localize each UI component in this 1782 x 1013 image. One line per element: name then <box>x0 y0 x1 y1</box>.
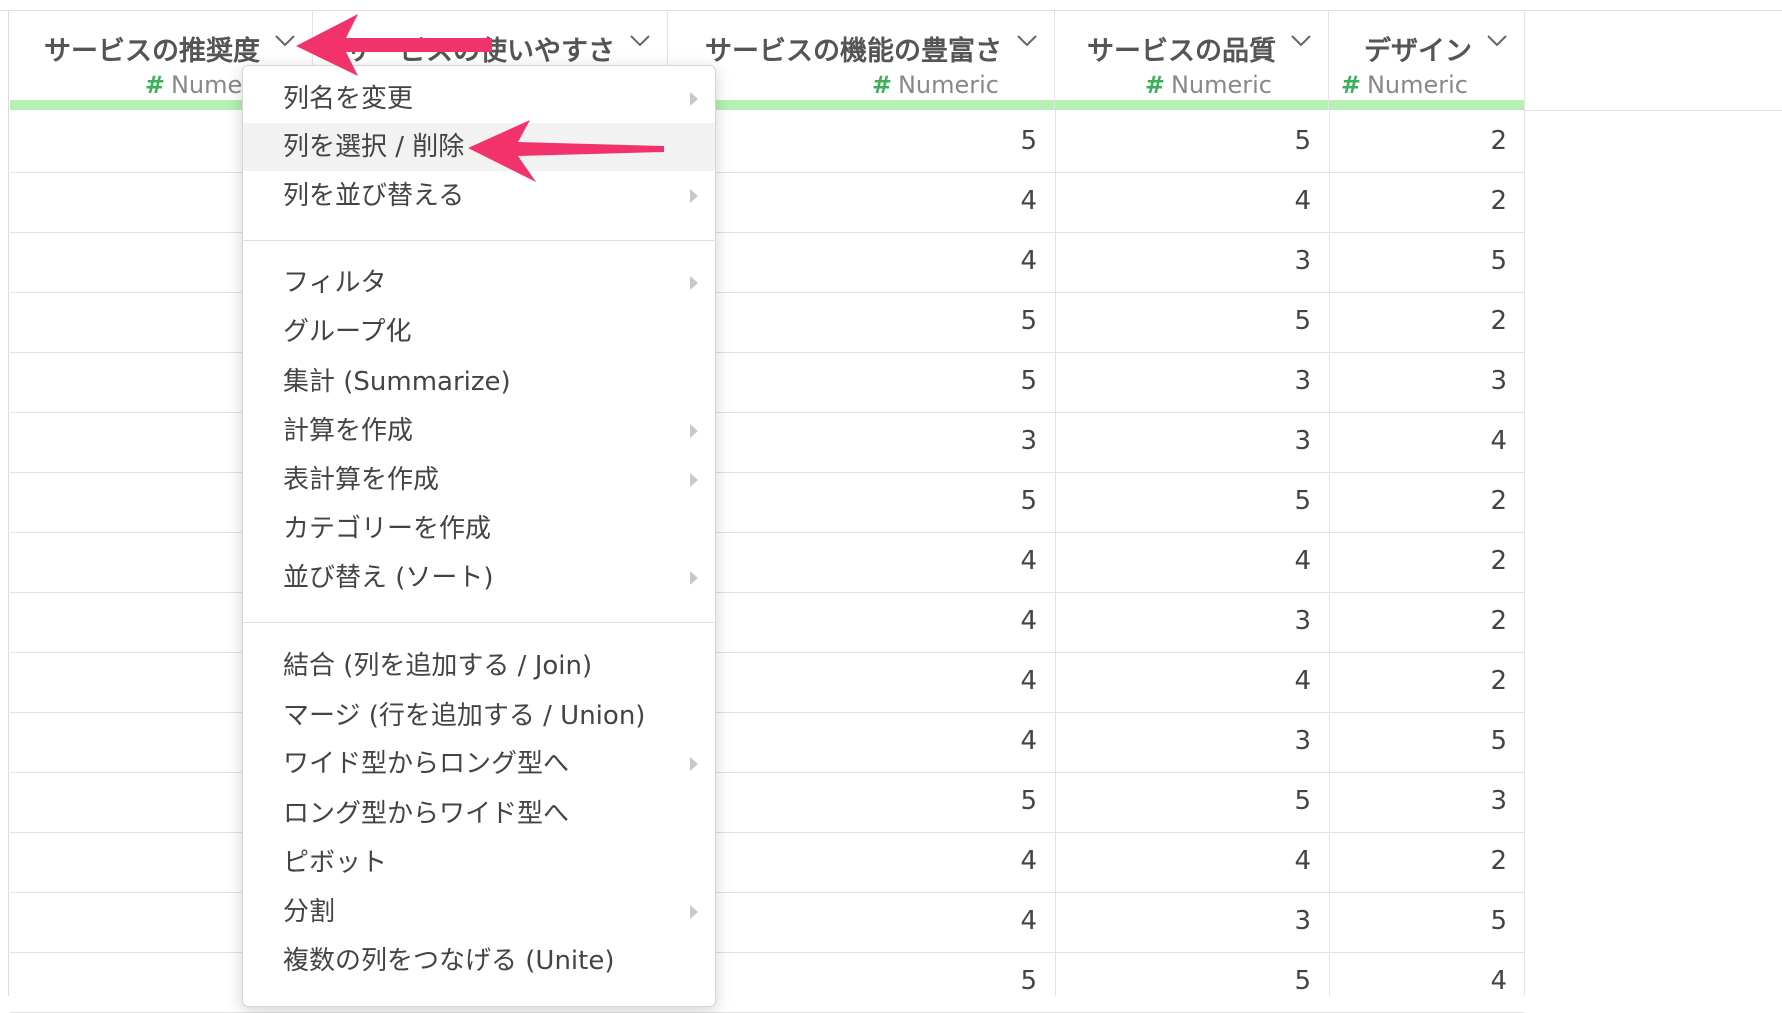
menu-separator <box>243 622 715 623</box>
column-type: Numeric <box>897 71 999 99</box>
menu-item-union[interactable]: マージ (行を追加する / Union) <box>243 692 715 740</box>
table-cell[interactable]: 5 <box>1447 906 1507 936</box>
table-cell[interactable]: 5 <box>977 126 1037 156</box>
table-cell[interactable]: 2 <box>1447 186 1507 216</box>
column-divider <box>1524 110 1525 996</box>
chevron-right-icon <box>690 905 698 919</box>
chevron-down-icon[interactable] <box>629 33 651 47</box>
chevron-right-icon <box>690 571 698 585</box>
chevron-down-icon[interactable] <box>1016 33 1038 47</box>
chevron-right-icon <box>690 473 698 487</box>
column-title: サービスの品質 <box>1087 36 1276 65</box>
menu-item-category[interactable]: カテゴリーを作成 <box>243 505 715 553</box>
menu-item-calc[interactable]: 計算を作成 <box>243 407 715 455</box>
menu-item-unite[interactable]: 複数の列をつなげる (Unite) <box>243 937 715 985</box>
table-cell[interactable]: 3 <box>977 426 1037 456</box>
numeric-type-icon: # <box>144 71 165 99</box>
table-cell[interactable]: 4 <box>1251 186 1311 216</box>
table-cell[interactable]: 2 <box>1447 546 1507 576</box>
chevron-down-icon[interactable] <box>1290 33 1312 47</box>
numeric-type-icon: # <box>871 71 892 99</box>
menu-item-sort[interactable]: 並び替え (ソート) <box>243 554 715 602</box>
column-context-menu: 列名を変更 列を選択 / 削除 列を並び替える フィルタ グループ化 集計 (S… <box>242 65 716 1007</box>
table-cell[interactable]: 5 <box>1251 126 1311 156</box>
menu-item-group[interactable]: グループ化 <box>243 308 715 356</box>
table-cell[interactable]: 3 <box>1447 366 1507 396</box>
table-cell[interactable]: 4 <box>1251 546 1311 576</box>
table-cell[interactable]: 5 <box>1447 246 1507 276</box>
table-cell[interactable]: 3 <box>1251 246 1311 276</box>
table-cell[interactable]: 3 <box>1447 786 1507 816</box>
menu-item-wide-to-long[interactable]: ワイド型からロング型へ <box>243 740 715 788</box>
menu-item-summarize[interactable]: 集計 (Summarize) <box>243 358 715 406</box>
menu-item-join[interactable]: 結合 (列を追加する / Join) <box>243 642 715 690</box>
table-cell[interactable]: 4 <box>1251 666 1311 696</box>
table-cell[interactable]: 2 <box>1447 846 1507 876</box>
table-cell[interactable]: 5 <box>1251 966 1311 996</box>
chevron-right-icon <box>690 189 698 203</box>
column-quality-bar <box>668 100 1054 110</box>
chevron-right-icon <box>690 424 698 438</box>
column-quality-bar <box>1329 100 1524 110</box>
table-cell[interactable]: 4 <box>977 246 1037 276</box>
chevron-right-icon <box>690 276 698 290</box>
table-cell[interactable]: 4 <box>977 906 1037 936</box>
menu-item-table-calc[interactable]: 表計算を作成 <box>243 456 715 504</box>
column-type: Numeric <box>1366 71 1468 99</box>
numeric-type-icon: # <box>1144 71 1165 99</box>
table-cell[interactable]: 3 <box>1251 426 1311 456</box>
numeric-type-icon: # <box>1340 71 1361 99</box>
menu-item-rename[interactable]: 列名を変更 <box>243 75 715 123</box>
column-quality-bar <box>1055 100 1328 110</box>
table-cell[interactable]: 4 <box>977 186 1037 216</box>
chevron-right-icon <box>690 757 698 771</box>
annotation-arrow-icon <box>468 120 664 182</box>
table-cell[interactable]: 4 <box>1447 426 1507 456</box>
table-cell[interactable]: 4 <box>977 546 1037 576</box>
table-cell[interactable]: 5 <box>977 486 1037 516</box>
table-cell[interactable]: 2 <box>1447 306 1507 336</box>
table-cell[interactable]: 3 <box>1251 906 1311 936</box>
table-cell[interactable]: 2 <box>1447 606 1507 636</box>
grid-left-border <box>8 10 9 996</box>
menu-item-pivot[interactable]: ピボット <box>243 839 715 887</box>
column-type: Numeric <box>1170 71 1272 99</box>
table-cell[interactable]: 2 <box>1447 486 1507 516</box>
column-header-quality[interactable]: サービスの品質 # Numeric <box>1055 11 1329 110</box>
table-cell[interactable]: 4 <box>977 666 1037 696</box>
table-cell[interactable]: 5 <box>1251 486 1311 516</box>
menu-item-long-to-wide[interactable]: ロング型からワイド型へ <box>243 790 715 838</box>
header-empty-area <box>1525 11 1782 111</box>
chevron-down-icon[interactable] <box>274 33 296 47</box>
column-header-features[interactable]: サービスの機能の豊富さ # Numeric <box>668 11 1055 110</box>
column-title: サービスの機能の豊富さ <box>705 36 1002 65</box>
menu-item-split[interactable]: 分割 <box>243 888 715 936</box>
table-cell[interactable]: 5 <box>977 366 1037 396</box>
table-cell[interactable]: 5 <box>1251 306 1311 336</box>
menu-item-filter[interactable]: フィルタ <box>243 259 715 307</box>
chevron-down-icon[interactable] <box>1486 33 1508 47</box>
table-cell[interactable]: 3 <box>1251 606 1311 636</box>
table-cell[interactable]: 5 <box>977 306 1037 336</box>
table-cell[interactable]: 4 <box>1251 846 1311 876</box>
table-cell[interactable]: 4 <box>977 846 1037 876</box>
menu-separator <box>243 240 715 241</box>
table-cell[interactable]: 4 <box>977 606 1037 636</box>
table-cell[interactable]: 3 <box>1251 366 1311 396</box>
table-cell[interactable]: 5 <box>977 786 1037 816</box>
table-cell[interactable]: 3 <box>1251 726 1311 756</box>
column-title: サービスの推奨度 <box>44 36 260 65</box>
table-cell[interactable]: 5 <box>1447 726 1507 756</box>
chevron-right-icon <box>690 92 698 106</box>
column-title: デザイン <box>1364 36 1472 65</box>
table-cell[interactable]: 2 <box>1447 666 1507 696</box>
column-header-design[interactable]: デザイン # Numeric <box>1329 11 1525 110</box>
annotation-arrow-icon <box>296 14 492 76</box>
table-cell[interactable]: 5 <box>977 966 1037 996</box>
table-cell[interactable]: 2 <box>1447 126 1507 156</box>
table-cell[interactable]: 4 <box>1447 966 1507 996</box>
table-cell[interactable]: 5 <box>1251 786 1311 816</box>
table-cell[interactable]: 4 <box>977 726 1037 756</box>
